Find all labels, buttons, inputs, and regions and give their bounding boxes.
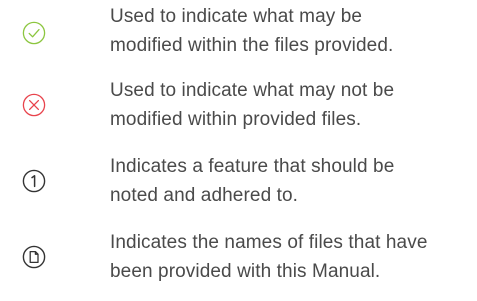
- description-line: Indicates a feature that should be: [110, 156, 395, 177]
- number-one-circle-icon: [22, 169, 46, 193]
- legend-description: Used to indicate what may be modified wi…: [110, 2, 470, 60]
- description-line: been provided with this Manual.: [110, 261, 381, 282]
- legend-row-may-not-modify: Used to indicate what may not be modifie…: [0, 76, 477, 136]
- description-line: modified within provided files.: [110, 109, 362, 130]
- cross-circle-icon: [22, 93, 46, 117]
- legend-row-note-feature: Indicates a feature that should be noted…: [0, 152, 477, 212]
- legend-description: Indicates a feature that should be noted…: [110, 152, 470, 210]
- icon-legend: Used to indicate what may be modified wi…: [0, 0, 477, 301]
- description-line: noted and adhered to.: [110, 185, 299, 206]
- description-line: Used to indicate what may not be: [110, 80, 395, 101]
- legend-description: Used to indicate what may not be modifie…: [110, 76, 470, 134]
- legend-row-provided-files: Indicates the names of files that have b…: [0, 228, 477, 288]
- description-line: Used to indicate what may be: [110, 6, 363, 27]
- description-line: Indicates the names of files that have: [110, 232, 428, 253]
- legend-description: Indicates the names of files that have b…: [110, 228, 470, 286]
- document-circle-icon: [22, 245, 46, 269]
- check-circle-icon: [22, 21, 46, 45]
- description-line: modified within the files provided.: [110, 35, 394, 56]
- legend-row-may-modify: Used to indicate what may be modified wi…: [0, 2, 477, 62]
